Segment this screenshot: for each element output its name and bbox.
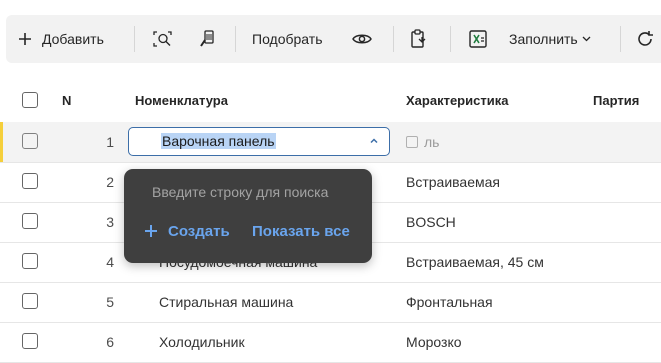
characteristic-placeholder-icon: [406, 136, 418, 148]
paste-from-clipboard-button[interactable]: [410, 15, 428, 63]
row-checkbox[interactable]: [22, 213, 38, 229]
refresh-button[interactable]: [636, 15, 654, 63]
column-header-characteristic[interactable]: Характеристика: [406, 93, 508, 108]
command-toolbar: Добавить Подобрать Заполнить: [6, 15, 661, 63]
refresh-icon: [636, 30, 654, 48]
table-row[interactable]: 5 Стиральная машина Фронтальная: [0, 282, 661, 323]
excel-import-button[interactable]: [468, 15, 488, 63]
row-checkbox[interactable]: [22, 133, 38, 149]
row-checkbox[interactable]: [22, 333, 38, 349]
toolbar-divider: [620, 26, 621, 52]
column-header-batch[interactable]: Партия: [593, 93, 639, 108]
barcode-scanner-button[interactable]: [196, 15, 216, 63]
row-number: 2: [106, 174, 114, 190]
row-characteristic: ль: [406, 134, 439, 150]
fill-button-label: Заполнить: [509, 31, 578, 47]
scan-search-button[interactable]: [152, 15, 174, 63]
row-nomenclature: Стиральная машина: [159, 294, 294, 310]
plus-icon: [18, 32, 32, 46]
plus-icon: [144, 224, 168, 238]
toolbar-divider: [134, 26, 135, 52]
create-button-label: Создать: [168, 222, 230, 240]
toolbar-divider: [393, 26, 394, 52]
row-checkbox[interactable]: [22, 253, 38, 269]
barcode-scanner-icon: [196, 29, 216, 49]
eye-icon: [352, 32, 372, 46]
search-hint: Введите строку для поиска: [152, 184, 329, 200]
scan-search-icon: [152, 30, 174, 48]
clipboard-icon: [410, 29, 428, 49]
column-header-number: N: [62, 93, 72, 108]
row-characteristic: Фронтальная: [406, 294, 493, 310]
row-number: 1: [106, 134, 114, 150]
excel-icon: [468, 29, 488, 49]
pick-button-label: Подобрать: [252, 31, 323, 47]
show-all-button[interactable]: Показать все: [252, 223, 350, 240]
table-row[interactable]: 6 Холодильник Морозко: [0, 322, 661, 363]
row-characteristic: Встраиваемая: [406, 174, 500, 190]
column-header-nomenclature[interactable]: Номенклатура: [135, 93, 228, 108]
row-characteristic: BOSCH: [406, 214, 456, 230]
toolbar-divider: [235, 26, 236, 52]
view-button[interactable]: [352, 15, 372, 63]
search-dropdown: Введите строку для поиска Создать Показа…: [124, 169, 372, 263]
add-button[interactable]: Добавить: [18, 15, 104, 63]
row-nomenclature: Холодильник: [159, 334, 245, 350]
row-characteristic: Морозко: [406, 334, 462, 350]
row-number: 6: [106, 334, 114, 350]
table-header: N Номенклатура Характеристика Партия: [0, 80, 661, 120]
current-row-marker: [0, 122, 3, 162]
nomenclature-input[interactable]: Варочная панель: [128, 127, 390, 156]
fill-dropdown-button[interactable]: Заполнить: [509, 15, 591, 63]
row-checkbox[interactable]: [22, 293, 38, 309]
pick-button[interactable]: Подобрать: [252, 15, 323, 63]
row-number: 4: [106, 254, 114, 270]
row-characteristic-text: ль: [424, 134, 440, 150]
chevron-up-icon[interactable]: [369, 134, 379, 153]
nomenclature-input-value[interactable]: Варочная панель: [161, 133, 276, 149]
row-number: 5: [106, 294, 114, 310]
select-all-checkbox[interactable]: [22, 92, 38, 108]
row-checkbox[interactable]: [22, 173, 38, 189]
toolbar-divider: [450, 26, 451, 52]
row-characteristic: Встраиваемая, 45 см: [406, 254, 544, 270]
add-button-label: Добавить: [42, 31, 104, 47]
row-number: 3: [106, 214, 114, 230]
chevron-down-icon: [582, 36, 591, 42]
create-button[interactable]: Создать: [144, 221, 230, 241]
